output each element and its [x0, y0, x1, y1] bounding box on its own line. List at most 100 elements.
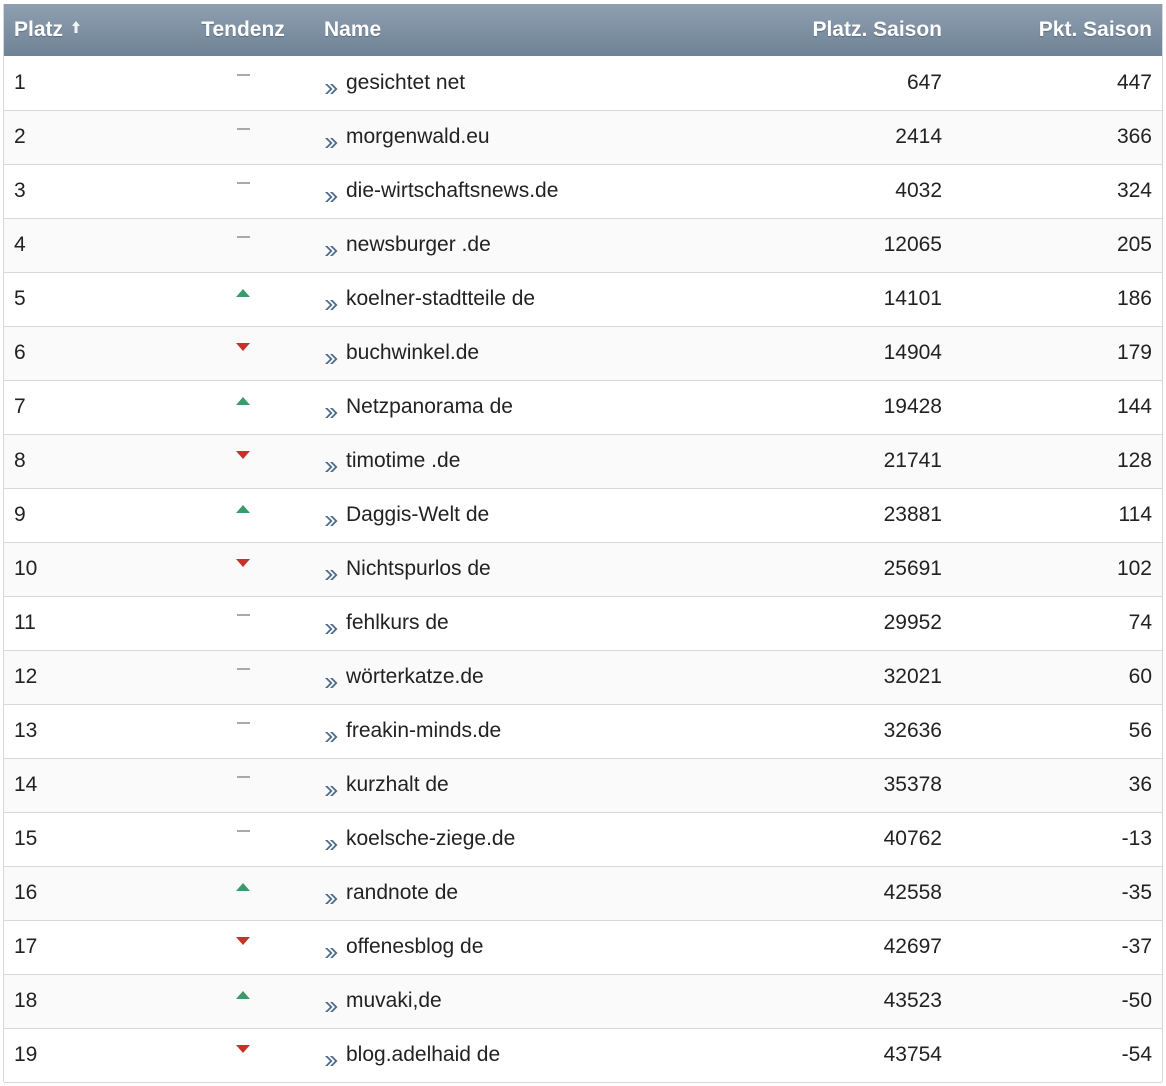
table-body: 1 gesichtet net 647 447 2 morgenwald.eu 2414 36…	[4, 56, 1162, 1083]
rank-cell: 18	[4, 974, 166, 1029]
rank-cell: 16	[4, 866, 166, 921]
rank-cell: 5	[4, 272, 166, 327]
double-chevron-right-icon[interactable]	[324, 726, 338, 743]
double-chevron-right-icon[interactable]	[324, 402, 338, 419]
trend-cell	[166, 434, 320, 489]
double-chevron-right-icon[interactable]	[324, 564, 338, 581]
trend-cell	[166, 704, 320, 759]
site-name-link[interactable]: wörterkatze.de	[346, 665, 484, 688]
double-chevron-right-icon[interactable]	[324, 294, 338, 311]
name-cell: die-wirtschaftsnews.de	[320, 164, 620, 219]
sort-ascending-icon[interactable]	[71, 16, 81, 33]
site-name-link[interactable]: Nichtspurlos de	[346, 557, 491, 580]
site-name-link[interactable]: freakin-minds.de	[346, 719, 501, 742]
table-row: 2 morgenwald.eu 2414 366	[4, 110, 1162, 165]
double-chevron-right-icon[interactable]	[324, 240, 338, 257]
rank-cell: 10	[4, 542, 166, 597]
site-name-link[interactable]: morgenwald.eu	[346, 125, 490, 148]
site-name-link[interactable]: koelsche-ziege.de	[346, 827, 515, 850]
site-name-link[interactable]: timotime .de	[346, 449, 460, 472]
name-cell: buchwinkel.de	[320, 326, 620, 381]
trend-cell	[166, 380, 320, 435]
rank-cell: 9	[4, 488, 166, 543]
name-cell: offenesblog de	[320, 920, 620, 975]
table-row: 18 muvaki,de 43523 -50	[4, 974, 1162, 1029]
name-cell: fehlkurs de	[320, 596, 620, 651]
double-chevron-right-icon[interactable]	[324, 78, 338, 95]
trend-up-icon	[236, 991, 250, 1000]
season-points-cell: 36	[942, 758, 1162, 813]
rank-cell: 4	[4, 218, 166, 273]
double-chevron-right-icon[interactable]	[324, 780, 338, 797]
name-cell: wörterkatze.de	[320, 650, 620, 705]
trend-down-icon	[236, 559, 250, 568]
season-rank-cell: 35378	[620, 758, 942, 813]
site-name-link[interactable]: koelner-stadtteile de	[346, 287, 535, 310]
season-points-cell: -37	[942, 920, 1162, 975]
season-rank-cell: 43523	[620, 974, 942, 1029]
double-chevron-right-icon[interactable]	[324, 456, 338, 473]
column-header-platz[interactable]: Platz	[4, 4, 166, 56]
table-row: 14 kurzhalt de 35378 36	[4, 758, 1162, 813]
double-chevron-right-icon[interactable]	[324, 618, 338, 635]
name-cell: randnote de	[320, 866, 620, 921]
name-cell: koelsche-ziege.de	[320, 812, 620, 867]
table-right-border	[1162, 4, 1163, 1082]
site-name-link[interactable]: muvaki,de	[346, 989, 442, 1012]
trend-cell	[166, 1028, 320, 1083]
trend-cell	[166, 866, 320, 921]
name-cell: gesichtet net	[320, 56, 620, 111]
name-cell: morgenwald.eu	[320, 110, 620, 165]
column-header-name[interactable]: Name	[320, 4, 620, 56]
season-rank-cell: 19428	[620, 380, 942, 435]
table-row: 3 die-wirtschaftsnews.de 4032 324	[4, 164, 1162, 219]
season-rank-cell: 647	[620, 56, 942, 111]
column-header-pkt-saison[interactable]: Pkt. Saison	[942, 4, 1162, 56]
site-name-link[interactable]: newsburger .de	[346, 233, 491, 256]
column-header-platz-saison[interactable]: Platz. Saison	[620, 4, 942, 56]
season-rank-cell: 40762	[620, 812, 942, 867]
site-name-link[interactable]: fehlkurs de	[346, 611, 449, 634]
trend-unchanged-icon	[236, 614, 250, 617]
double-chevron-right-icon[interactable]	[324, 1050, 338, 1067]
site-name-link[interactable]: offenesblog de	[346, 935, 483, 958]
table-header-row: Platz Tendenz Name Platz. Saison Pkt. Sa…	[4, 4, 1162, 56]
site-name-link[interactable]: randnote de	[346, 881, 458, 904]
site-name-link[interactable]: gesichtet net	[346, 71, 465, 94]
site-name-link[interactable]: kurzhalt de	[346, 773, 449, 796]
site-name-link[interactable]: buchwinkel.de	[346, 341, 479, 364]
trend-cell	[166, 920, 320, 975]
season-points-cell: 144	[942, 380, 1162, 435]
double-chevron-right-icon[interactable]	[324, 672, 338, 689]
double-chevron-right-icon[interactable]	[324, 186, 338, 203]
season-points-cell: -35	[942, 866, 1162, 921]
table-row: 15 koelsche-ziege.de 40762 -13	[4, 812, 1162, 867]
trend-up-icon	[236, 397, 250, 406]
double-chevron-right-icon[interactable]	[324, 348, 338, 365]
season-rank-cell: 25691	[620, 542, 942, 597]
season-points-cell: 60	[942, 650, 1162, 705]
trend-unchanged-icon	[236, 668, 250, 671]
trend-down-icon	[236, 343, 250, 352]
double-chevron-right-icon[interactable]	[324, 132, 338, 149]
name-cell: freakin-minds.de	[320, 704, 620, 759]
site-name-link[interactable]: die-wirtschaftsnews.de	[346, 179, 558, 202]
season-points-cell: 179	[942, 326, 1162, 381]
trend-down-icon	[236, 451, 250, 460]
double-chevron-right-icon[interactable]	[324, 942, 338, 959]
site-name-link[interactable]: Daggis-Welt de	[346, 503, 489, 526]
rank-cell: 13	[4, 704, 166, 759]
double-chevron-right-icon[interactable]	[324, 888, 338, 905]
season-rank-cell: 21741	[620, 434, 942, 489]
season-points-cell: 102	[942, 542, 1162, 597]
column-header-tendenz[interactable]: Tendenz	[166, 4, 320, 56]
double-chevron-right-icon[interactable]	[324, 834, 338, 851]
trend-up-icon	[236, 883, 250, 892]
site-name-link[interactable]: blog.adelhaid de	[346, 1043, 500, 1066]
season-points-cell: 114	[942, 488, 1162, 543]
double-chevron-right-icon[interactable]	[324, 996, 338, 1013]
table-row: 6 buchwinkel.de 14904 179	[4, 326, 1162, 381]
season-points-cell: -50	[942, 974, 1162, 1029]
site-name-link[interactable]: Netzpanorama de	[346, 395, 513, 418]
double-chevron-right-icon[interactable]	[324, 510, 338, 527]
